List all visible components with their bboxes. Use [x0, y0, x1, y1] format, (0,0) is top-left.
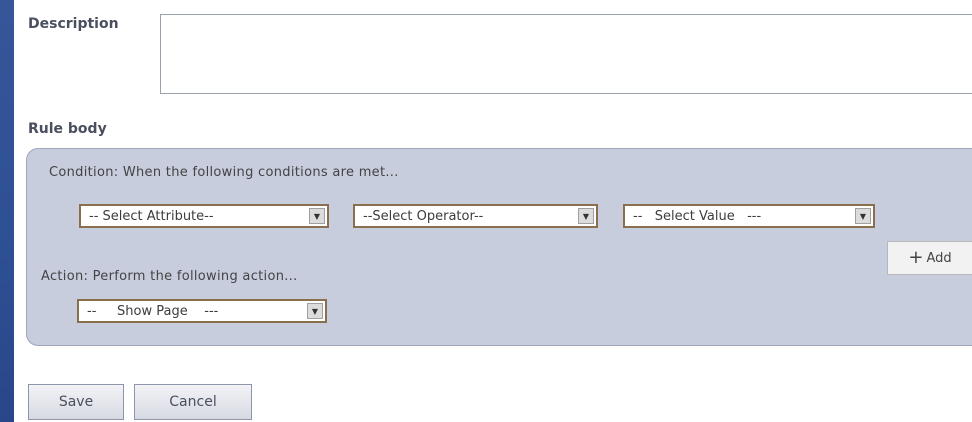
- select-value-value: -- Select Value ---: [633, 208, 762, 224]
- add-condition-button[interactable]: + Add: [887, 241, 972, 275]
- description-field[interactable]: [160, 14, 972, 94]
- select-attribute-value: -- Select Attribute--: [89, 208, 214, 224]
- action-text: Action: Perform the following action...: [41, 269, 298, 284]
- chevron-down-icon[interactable]: ▼: [578, 208, 594, 224]
- rule-body-panel: Condition: When the following conditions…: [26, 148, 972, 346]
- condition-text: Condition: When the following conditions…: [49, 165, 399, 180]
- cancel-button[interactable]: Cancel: [134, 384, 252, 420]
- select-attribute-dropdown[interactable]: -- Select Attribute-- ▼: [79, 204, 329, 228]
- plus-icon: +: [908, 247, 924, 268]
- chevron-down-icon[interactable]: ▼: [855, 208, 871, 224]
- action-select-dropdown[interactable]: -- Show Page --- ▼: [77, 299, 327, 323]
- description-label: Description: [28, 16, 119, 32]
- select-operator-value: --Select Operator--: [363, 208, 484, 224]
- add-label: Add: [926, 250, 952, 266]
- select-value-dropdown[interactable]: -- Select Value --- ▼: [623, 204, 875, 228]
- save-button[interactable]: Save: [28, 384, 124, 420]
- select-operator-dropdown[interactable]: --Select Operator-- ▼: [353, 204, 598, 228]
- chevron-down-icon[interactable]: ▼: [309, 208, 325, 224]
- rule-body-label: Rule body: [28, 121, 107, 137]
- chevron-down-icon[interactable]: ▼: [307, 303, 323, 319]
- rule-editor-page: Description Rule body Condition: When th…: [14, 0, 972, 422]
- action-select-value: -- Show Page ---: [87, 303, 219, 319]
